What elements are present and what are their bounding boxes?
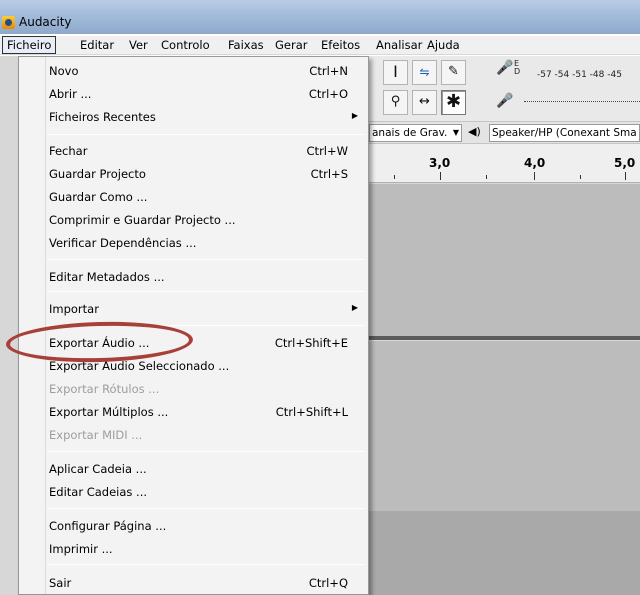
- menu-item-imprimir[interactable]: Imprimir ...: [19, 539, 368, 561]
- menu-separator: [47, 134, 365, 135]
- meter-scale: -57 -54 -51 -48 -45: [537, 70, 622, 80]
- menu-item-label: Guardar Como ...: [49, 190, 148, 204]
- menu-analisar[interactable]: Analisar: [376, 38, 422, 52]
- meter-bar: [524, 101, 640, 102]
- window-title: Audacity: [19, 15, 72, 29]
- menu-ver[interactable]: Ver: [129, 38, 148, 52]
- menu-separator: [47, 564, 365, 565]
- menu-item-editar-metadados[interactable]: Editar Metadados ...: [19, 267, 368, 289]
- menu-item-label: Guardar Projecto: [49, 167, 146, 181]
- menu-ficheiro[interactable]: Ficheiro: [2, 36, 57, 54]
- menu-item-label: Verificar Dependências ...: [49, 236, 197, 250]
- menu-editar[interactable]: Editar: [80, 38, 114, 52]
- envelope-tool-icon[interactable]: ⇋: [412, 60, 437, 85]
- ruler-label: 5,0: [614, 156, 636, 170]
- menu-item-guardar-como[interactable]: Guardar Como ...: [19, 187, 368, 209]
- menu-item-shortcut: Ctrl+W: [306, 144, 348, 158]
- menu-item-novo[interactable]: Novo Ctrl+N: [19, 61, 368, 83]
- track-separator: [368, 336, 640, 340]
- menu-item-importar[interactable]: Importar ▶: [19, 299, 368, 321]
- timeshift-tool-icon[interactable]: ↔: [412, 90, 437, 115]
- microphone-meter-icon[interactable]: 🎤: [496, 60, 513, 76]
- menu-item-label: Ficheiros Recentes: [49, 110, 156, 124]
- menu-item-exportar-rotulos: Exportar Rótulos ...: [19, 379, 368, 401]
- ruler-tick: [394, 175, 395, 179]
- menu-item-comprimir-e-guardar-projecto[interactable]: Comprimir e Guardar Projecto ...: [19, 210, 368, 232]
- menu-item-shortcut: Ctrl+O: [308, 87, 348, 101]
- menu-efeitos[interactable]: Efeitos: [321, 38, 360, 52]
- playback-device-select[interactable]: Speaker/HP (Conexant Sma: [489, 124, 640, 142]
- menu-item-label: Comprimir e Guardar Projecto ...: [49, 213, 236, 227]
- audio-track[interactable]: [368, 341, 640, 511]
- menu-item-label: Editar Cadeias ...: [49, 485, 148, 499]
- ruler-tick: [580, 175, 581, 179]
- ruler-tick: [440, 172, 441, 180]
- menu-item-label: Importar: [49, 302, 99, 316]
- ruler-tick: [534, 172, 535, 180]
- menu-separator: [47, 508, 365, 509]
- menu-separator: [47, 451, 365, 452]
- menu-item-ficheiros-recentes[interactable]: Ficheiros Recentes ▶: [19, 107, 368, 129]
- selection-tool-icon[interactable]: I: [383, 60, 408, 85]
- menu-item-aplicar-cadeia[interactable]: Aplicar Cadeia ...: [19, 459, 368, 481]
- ruler-tick: [486, 175, 487, 179]
- ruler-label: 4,0: [524, 156, 546, 170]
- menu-item-shortcut: Ctrl+Shift+L: [275, 405, 348, 419]
- menu-item-shortcut: Ctrl+N: [309, 64, 348, 78]
- menu-gerar[interactable]: Gerar: [275, 38, 308, 52]
- empty-track-area[interactable]: [368, 511, 640, 595]
- audio-track[interactable]: [368, 184, 640, 336]
- menu-item-editar-cadeias[interactable]: Editar Cadeias ...: [19, 482, 368, 504]
- menu-item-label: Imprimir ...: [49, 542, 113, 556]
- ruler-tick: [625, 172, 626, 180]
- menu-item-exportar-multiplos[interactable]: Exportar Múltiplos ... Ctrl+Shift+L: [19, 402, 368, 424]
- audacity-app-icon: [2, 16, 15, 29]
- menu-item-label: Fechar: [49, 144, 88, 158]
- playback-device-value: Speaker/HP (Conexant Sma: [492, 127, 637, 139]
- menu-item-shortcut: Ctrl+Shift+E: [274, 336, 348, 350]
- menu-item-label: Configurar Página ...: [49, 519, 167, 533]
- multi-tool-icon[interactable]: ✱: [441, 90, 466, 115]
- menu-item-label: Exportar MIDI ...: [49, 428, 143, 442]
- menu-item-label: Exportar Múltiplos ...: [49, 405, 169, 419]
- draw-tool-icon[interactable]: ✎: [441, 60, 466, 85]
- submenu-arrow-icon: ▶: [351, 111, 358, 120]
- menu-item-guardar-projecto[interactable]: Guardar Projecto Ctrl+S: [19, 164, 368, 186]
- timeline-ruler[interactable]: 3,0 4,0 5,0: [368, 144, 640, 183]
- menu-separator: [47, 259, 365, 260]
- chevron-down-icon: ▼: [452, 128, 459, 137]
- menu-item-abrir[interactable]: Abrir ... Ctrl+O: [19, 84, 368, 106]
- speaker-icon: ◀): [468, 125, 481, 138]
- meter-channel-labels: ED: [514, 59, 521, 76]
- menu-item-shortcut: Ctrl+S: [310, 167, 348, 181]
- menu-controlo[interactable]: Controlo: [161, 38, 210, 52]
- menu-item-exportar-midi: Exportar MIDI ...: [19, 425, 368, 447]
- menu-item-configurar-pagina[interactable]: Configurar Página ...: [19, 516, 368, 538]
- record-meter-icon[interactable]: 🎤: [496, 93, 513, 109]
- menu-item-label: Exportar Rótulos ...: [49, 382, 160, 396]
- menu-item-shortcut: Ctrl+Q: [308, 576, 348, 590]
- title-bar: Audacity: [0, 0, 640, 34]
- menu-separator: [47, 291, 365, 292]
- menu-item-sair[interactable]: Sair Ctrl+Q: [19, 573, 368, 595]
- menu-faixas[interactable]: Faixas: [228, 38, 264, 52]
- submenu-arrow-icon: ▶: [351, 303, 358, 312]
- menu-ajuda[interactable]: Ajuda: [427, 38, 460, 52]
- menu-item-label: Aplicar Cadeia ...: [49, 462, 147, 476]
- ruler-label: 3,0: [429, 156, 451, 170]
- menu-item-label: Abrir ...: [49, 87, 92, 101]
- recording-channels-select[interactable]: anais de Grav. ▼: [369, 124, 462, 142]
- menu-bar: Ficheiro Editar Ver Controlo Faixas Gerar Efei…: [0, 36, 640, 55]
- recording-channels-value: anais de Grav.: [372, 127, 448, 139]
- menu-item-label: Sair: [49, 576, 72, 590]
- menu-item-label: Novo: [49, 64, 79, 78]
- zoom-tool-icon[interactable]: ⚲: [383, 90, 408, 115]
- menu-item-verificar-dependencias[interactable]: Verificar Dependências ...: [19, 233, 368, 255]
- menu-item-fechar[interactable]: Fechar Ctrl+W: [19, 141, 368, 163]
- menu-item-label: Editar Metadados ...: [49, 270, 165, 284]
